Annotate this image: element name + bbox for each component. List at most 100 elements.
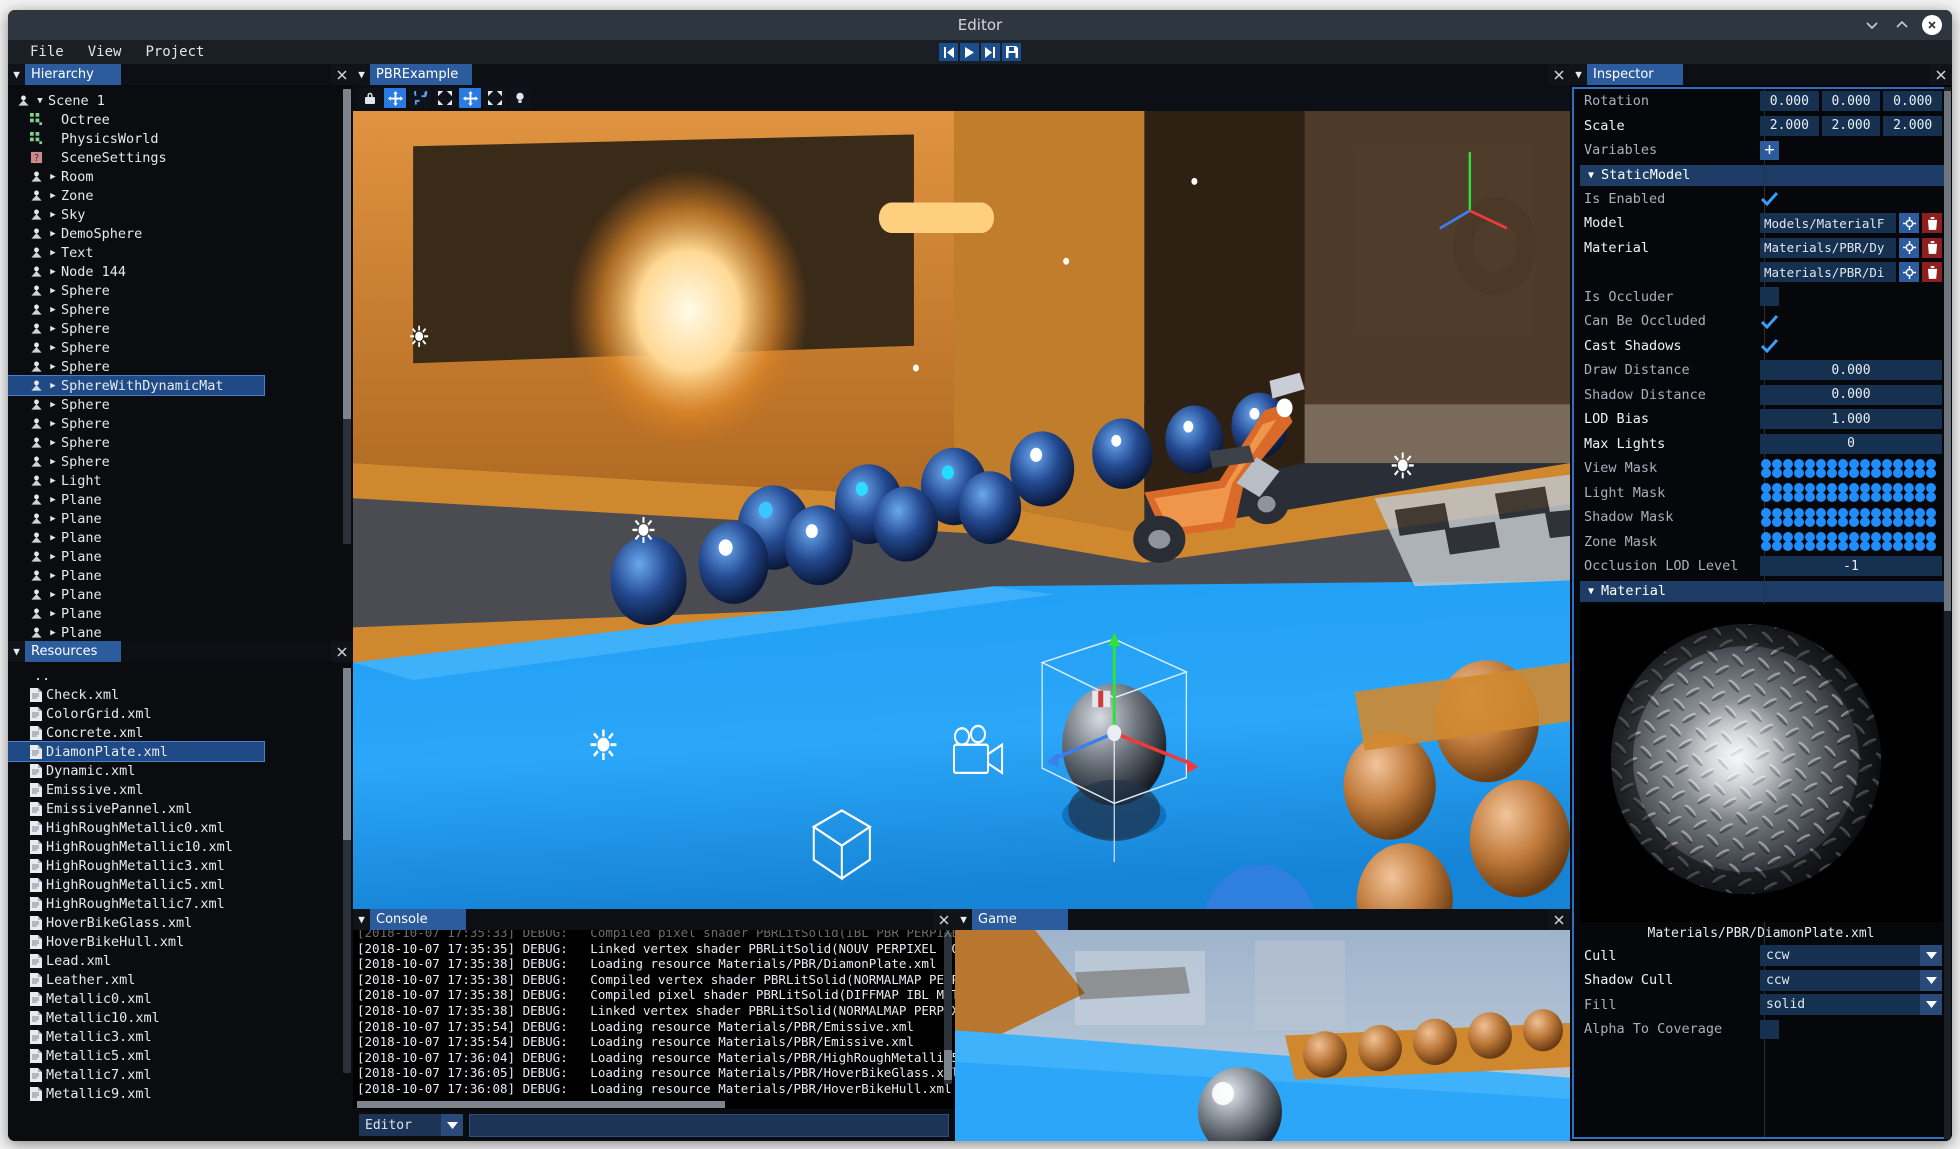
resource-list-item[interactable]: Metallic3.xml xyxy=(8,1027,353,1046)
chevron-down-icon[interactable]: ▼ xyxy=(353,64,370,85)
console-source-select[interactable]: Editor xyxy=(359,1114,463,1136)
hierarchy-item[interactable]: ▶Plane xyxy=(8,604,353,623)
hierarchy-item[interactable]: ▶Sphere xyxy=(8,281,353,300)
resources-file-list[interactable]: ..Check.xmlColorGrid.xmlConcrete.xmlDiam… xyxy=(8,662,353,1141)
rotate-gizmo-button[interactable] xyxy=(409,88,431,108)
move-gizmo-button[interactable] xyxy=(384,88,406,108)
play-button[interactable] xyxy=(960,43,979,61)
chevron-right-icon[interactable]: ▶ xyxy=(45,191,61,201)
chevron-right-icon[interactable]: ▶ xyxy=(45,438,61,448)
hierarchy-item[interactable]: ▶Sphere xyxy=(8,338,353,357)
world-axes-button[interactable] xyxy=(459,88,481,108)
hierarchy-item[interactable]: ▶Sphere xyxy=(8,395,353,414)
resource-list-item[interactable]: HighRoughMetallic5.xml xyxy=(8,875,353,894)
hierarchy-item[interactable]: ▶Sphere xyxy=(8,452,353,471)
material-value-0[interactable]: Materials/PBR/Dy xyxy=(1760,238,1896,258)
resource-list-item[interactable]: Metallic10.xml xyxy=(8,1008,353,1027)
resources-parent-entry[interactable]: .. xyxy=(8,666,353,685)
hierarchy-item[interactable]: ▶Sphere xyxy=(8,357,353,376)
console-log[interactable]: [2018-10-07 17:35:33] DEBUG: Compiled pi… xyxy=(353,930,955,1100)
hierarchy-item[interactable]: ▶SphereWithDynamicMat xyxy=(8,376,264,395)
chevron-down-icon[interactable]: ▼ xyxy=(8,641,25,662)
hierarchy-item[interactable]: ▶Sphere xyxy=(8,300,353,319)
hierarchy-item[interactable]: PhysicsWorld xyxy=(8,129,353,148)
hierarchy-item[interactable]: ▶Text xyxy=(8,243,353,262)
chevron-right-icon[interactable]: ▶ xyxy=(45,628,61,638)
chevron-down-icon[interactable] xyxy=(1920,945,1942,966)
rewind-button[interactable] xyxy=(939,43,958,61)
resource-list-item[interactable]: HighRoughMetallic10.xml xyxy=(8,837,353,856)
resource-list-item[interactable]: Concrete.xml xyxy=(8,723,353,742)
scale-z-field[interactable]: 2.000 xyxy=(1883,116,1942,136)
light-mask-bits[interactable] xyxy=(1760,483,1937,502)
tab-inspector[interactable]: Inspector xyxy=(1587,64,1683,85)
scene-viewport[interactable]: Sphere Lighting xyxy=(353,111,1570,909)
inspector-scroll-thumb[interactable] xyxy=(1944,91,1951,611)
console-scroll-thumb[interactable] xyxy=(944,1050,952,1080)
close-button[interactable] xyxy=(1922,15,1942,35)
lock-button[interactable] xyxy=(359,88,381,108)
chevron-right-icon[interactable]: ▶ xyxy=(45,476,61,486)
resource-list-item[interactable]: HighRoughMetallic7.xml xyxy=(8,894,353,913)
is-occluder-checkbox[interactable] xyxy=(1760,287,1779,306)
pick-material-icon[interactable] xyxy=(1899,262,1919,282)
chevron-down-icon[interactable]: ▼ xyxy=(32,96,48,106)
light-toggle-button[interactable] xyxy=(509,88,531,108)
cull-select[interactable]: ccw xyxy=(1760,945,1942,966)
chevron-right-icon[interactable]: ▶ xyxy=(45,400,61,410)
scale-x-field[interactable]: 2.000 xyxy=(1760,116,1819,136)
hierarchy-item[interactable]: Octree xyxy=(8,110,353,129)
step-button[interactable] xyxy=(981,43,1000,61)
scale-gizmo-button[interactable] xyxy=(434,88,456,108)
tab-hierarchy[interactable]: Hierarchy xyxy=(25,64,121,85)
hierarchy-item[interactable]: ▶Light xyxy=(8,471,353,490)
chevron-right-icon[interactable]: ▶ xyxy=(45,229,61,239)
chevron-right-icon[interactable]: ▶ xyxy=(45,286,61,296)
delete-material-icon[interactable] xyxy=(1922,238,1942,258)
hierarchy-item[interactable]: ▶Plane xyxy=(8,490,353,509)
chevron-right-icon[interactable]: ▶ xyxy=(45,305,61,315)
chevron-right-icon[interactable]: ▶ xyxy=(45,609,61,619)
resource-list-item[interactable]: Check.xml xyxy=(8,685,353,704)
delete-material-icon[interactable] xyxy=(1922,262,1942,282)
chevron-right-icon[interactable]: ▶ xyxy=(45,590,61,600)
resource-list-item[interactable]: Dynamic.xml xyxy=(8,761,353,780)
hierarchy-item[interactable]: ▼Scene 1 xyxy=(8,91,353,110)
menu-item-project[interactable]: Project xyxy=(145,44,204,60)
maximize-button[interactable] xyxy=(1892,15,1912,35)
chevron-right-icon[interactable]: ▶ xyxy=(45,267,61,277)
hierarchy-item[interactable]: ?SceneSettings xyxy=(8,148,353,167)
console-scrollbar[interactable] xyxy=(944,932,952,1084)
hierarchy-item[interactable]: ▶Node 144 xyxy=(8,262,353,281)
resource-list-item[interactable]: HoverBikeHull.xml xyxy=(8,932,353,951)
hierarchy-item[interactable]: ▶Sphere xyxy=(8,414,353,433)
chevron-right-icon[interactable]: ▶ xyxy=(45,324,61,334)
hierarchy-item[interactable]: ▶Plane xyxy=(8,623,353,641)
menu-item-view[interactable]: View xyxy=(88,44,122,60)
chevron-right-icon[interactable]: ▶ xyxy=(45,457,61,467)
resource-list-item[interactable]: Lead.xml xyxy=(8,951,353,970)
chevron-down-icon[interactable] xyxy=(1920,970,1942,991)
resource-list-item[interactable]: Leather.xml xyxy=(8,970,353,989)
chevron-right-icon[interactable]: ▶ xyxy=(45,495,61,505)
chevron-down-icon[interactable] xyxy=(1920,994,1942,1015)
tab-console[interactable]: Console xyxy=(370,909,466,930)
hierarchy-item[interactable]: ▶Plane xyxy=(8,547,353,566)
alpha-to-coverage-checkbox[interactable] xyxy=(1760,1020,1779,1039)
resource-list-item[interactable]: HighRoughMetallic3.xml xyxy=(8,856,353,875)
shadow-distance-value[interactable]: 0.000 xyxy=(1760,385,1942,405)
hierarchy-item[interactable]: ▶Sky xyxy=(8,205,353,224)
section-material[interactable]: ▼ Material xyxy=(1580,581,1944,602)
chevron-right-icon[interactable]: ▶ xyxy=(45,419,61,429)
draw-distance-value[interactable]: 0.000 xyxy=(1760,360,1942,380)
model-value[interactable]: Models/MaterialF xyxy=(1760,213,1896,233)
close-icon[interactable] xyxy=(331,64,353,85)
occlusion-lod-value[interactable]: -1 xyxy=(1760,556,1942,576)
is-enabled-checkbox[interactable] xyxy=(1760,189,1779,208)
hierarchy-item[interactable]: ▶Plane xyxy=(8,528,353,547)
pick-model-icon[interactable] xyxy=(1899,213,1919,233)
material-preview[interactable] xyxy=(1580,604,1942,922)
hierarchy-scroll-thumb[interactable] xyxy=(343,89,351,419)
resources-scroll-thumb[interactable] xyxy=(343,668,351,840)
tab-resources[interactable]: Resources xyxy=(25,641,121,662)
